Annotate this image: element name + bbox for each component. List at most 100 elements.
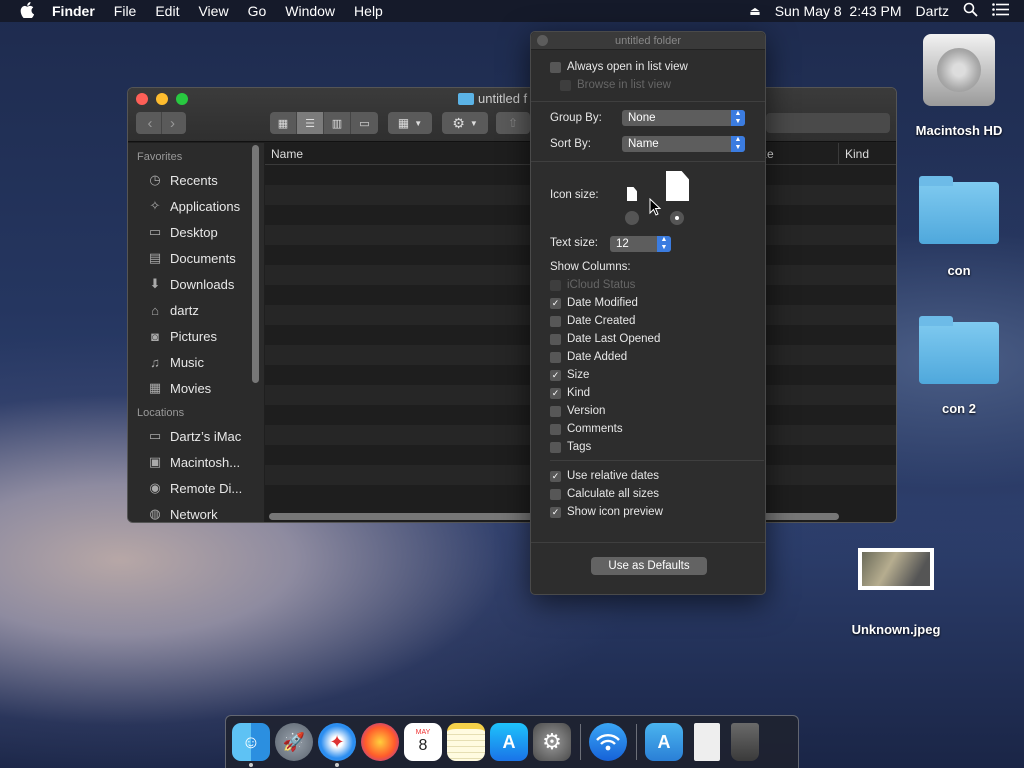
- icon-view-button[interactable]: ▦: [270, 112, 297, 134]
- notification-center-icon[interactable]: [992, 3, 1010, 19]
- action-button[interactable]: ⚙ ▼: [442, 112, 488, 134]
- checkbox-box: [550, 279, 561, 291]
- panel-title: untitled folder: [614, 35, 682, 47]
- system-preferences-icon[interactable]: ⚙: [533, 723, 571, 761]
- separator: [531, 101, 765, 102]
- desktop-item-con[interactable]: con: [913, 176, 1005, 278]
- icon-size-large-radio[interactable]: [670, 211, 684, 225]
- sidebar-item-macintosh[interactable]: ▣ Macintosh...: [128, 449, 264, 475]
- close-button[interactable]: [136, 93, 148, 105]
- sidebar-item-applications[interactable]: ✧ Applications: [128, 193, 264, 219]
- share-button[interactable]: ⇧: [496, 112, 530, 134]
- sidebar-item-documents[interactable]: ▤ Documents: [128, 245, 264, 271]
- group-button[interactable]: ▦ ▼: [388, 112, 432, 134]
- sidebar-item-downloads[interactable]: ⬇ Downloads: [128, 271, 264, 297]
- sidebar-scrollbar[interactable]: [252, 145, 259, 383]
- checkbox-version[interactable]: Version: [550, 402, 660, 420]
- checkbox-date-last-opened[interactable]: Date Last Opened: [550, 330, 660, 348]
- favorites-header: Favorites: [137, 151, 183, 163]
- sort-by-popup[interactable]: Name ▲ ▼: [622, 136, 745, 152]
- checkbox-box: [550, 423, 561, 435]
- safari-icon[interactable]: ✦: [318, 723, 356, 767]
- desktop-item-con-2[interactable]: con 2: [913, 316, 1005, 416]
- show-columns-label: Show Columns:: [550, 261, 631, 273]
- menu-view[interactable]: View: [198, 3, 228, 19]
- checkbox-tags[interactable]: Tags: [550, 438, 660, 456]
- folder-icon: [919, 176, 999, 244]
- applications-folder-icon[interactable]: A: [645, 723, 683, 761]
- checkbox-box: [550, 333, 561, 345]
- forward-button[interactable]: ›: [161, 112, 183, 134]
- group-grid-icon: ▦: [397, 116, 410, 130]
- always-list-checkbox[interactable]: Always open in list view: [550, 58, 688, 76]
- downloads-document-icon[interactable]: [694, 723, 720, 761]
- group-by-popup[interactable]: None ▲ ▼: [622, 110, 745, 126]
- checkbox-date-modified[interactable]: ✓ Date Modified: [550, 294, 660, 312]
- notes-icon[interactable]: [447, 723, 485, 761]
- chevron-up-down-icon: ▲ ▼: [731, 136, 745, 152]
- menu-edit[interactable]: Edit: [155, 3, 179, 19]
- icon-size-small-radio[interactable]: [625, 211, 639, 225]
- menu-user[interactable]: Dartz: [916, 3, 949, 19]
- calendar-icon[interactable]: MAY 8: [404, 723, 442, 761]
- zoom-button[interactable]: [176, 93, 188, 105]
- sidebar-item-dartz-s-imac[interactable]: ▭ Dartz’s iMac: [128, 423, 264, 449]
- panel-close-button[interactable]: [537, 35, 548, 46]
- separator: [550, 460, 764, 461]
- sidebar-item-label: Pictures: [170, 328, 217, 344]
- checkbox-date-created[interactable]: Date Created: [550, 312, 660, 330]
- back-button[interactable]: ‹: [139, 112, 161, 134]
- desktop-item-macintosh-hd[interactable]: Macintosh HD: [913, 34, 1005, 138]
- checkbox-kind[interactable]: ✓ Kind: [550, 384, 660, 402]
- list-view-button[interactable]: ☰: [297, 112, 324, 134]
- window-title: untitled f: [458, 91, 527, 106]
- launchpad-icon[interactable]: 🚀: [275, 723, 313, 761]
- desktop-item-unknown-jpeg[interactable]: Unknown.jpeg: [846, 548, 946, 637]
- column-view-button[interactable]: ▥: [324, 112, 351, 134]
- use-as-defaults-button[interactable]: Use as Defaults: [591, 557, 707, 575]
- column-name[interactable]: Name: [271, 147, 303, 161]
- gallery-view-button[interactable]: ▭: [351, 112, 378, 134]
- search-field[interactable]: [766, 113, 890, 133]
- minimize-button[interactable]: [156, 93, 168, 105]
- checkmark-icon: ✓: [550, 506, 561, 518]
- checkbox-size[interactable]: ✓ Size: [550, 366, 660, 384]
- app-store-icon[interactable]: A: [490, 723, 528, 761]
- menu-bar: Finder File Edit View Go Window Help ⏏ S…: [0, 0, 1024, 22]
- menu-file[interactable]: File: [114, 3, 137, 19]
- checkmark-icon: ✓: [550, 470, 561, 482]
- eject-icon[interactable]: ⏏: [749, 4, 760, 18]
- sidebar-item-label: dartz: [170, 302, 199, 318]
- menu-help[interactable]: Help: [354, 3, 383, 19]
- checkbox-comments[interactable]: Comments: [550, 420, 660, 438]
- spotlight-search-icon[interactable]: [963, 2, 978, 20]
- sidebar-item-movies[interactable]: ▦ Movies: [128, 375, 264, 401]
- firefox-icon[interactable]: [361, 723, 399, 761]
- column-kind[interactable]: Kind: [845, 147, 869, 161]
- checkbox-show-icon-preview[interactable]: ✓ Show icon preview: [550, 503, 663, 521]
- trash-icon[interactable]: [731, 723, 759, 761]
- menu-finder[interactable]: Finder: [52, 3, 95, 19]
- menu-window[interactable]: Window: [285, 3, 335, 19]
- sidebar-item-recents[interactable]: ◷ Recents: [128, 167, 264, 193]
- hard-drive-icon: [923, 34, 995, 106]
- apple-menu-icon[interactable]: [20, 1, 40, 21]
- sidebar-item-music[interactable]: ♫ Music: [128, 349, 264, 375]
- sidebar-item-network[interactable]: ◍ Network: [128, 501, 264, 522]
- checkbox-date-added[interactable]: Date Added: [550, 348, 660, 366]
- checkbox-calculate-all-sizes[interactable]: Calculate all sizes: [550, 485, 663, 503]
- browse-list-checkbox: Browse in list view: [560, 76, 688, 94]
- sidebar-item-pictures[interactable]: ◙ Pictures: [128, 323, 264, 349]
- sidebar-item-desktop[interactable]: ▭ Desktop: [128, 219, 264, 245]
- sidebar-item-remote-di[interactable]: ◉ Remote Di...: [128, 475, 264, 501]
- document-icon: ▤: [148, 250, 162, 265]
- checkbox-use-relative-dates[interactable]: ✓ Use relative dates: [550, 467, 663, 485]
- finder-icon[interactable]: ☺: [232, 723, 270, 767]
- menu-go[interactable]: Go: [248, 3, 267, 19]
- checkbox-box: [550, 441, 561, 453]
- airdrop-icon[interactable]: [589, 723, 627, 761]
- sidebar-item-dartz[interactable]: ⌂ dartz: [128, 297, 264, 323]
- chevron-down-icon: ▼: [414, 118, 423, 128]
- menu-clock[interactable]: Sun May 8 2:43 PM: [775, 3, 902, 19]
- text-size-popup[interactable]: 12 ▲ ▼: [610, 236, 671, 252]
